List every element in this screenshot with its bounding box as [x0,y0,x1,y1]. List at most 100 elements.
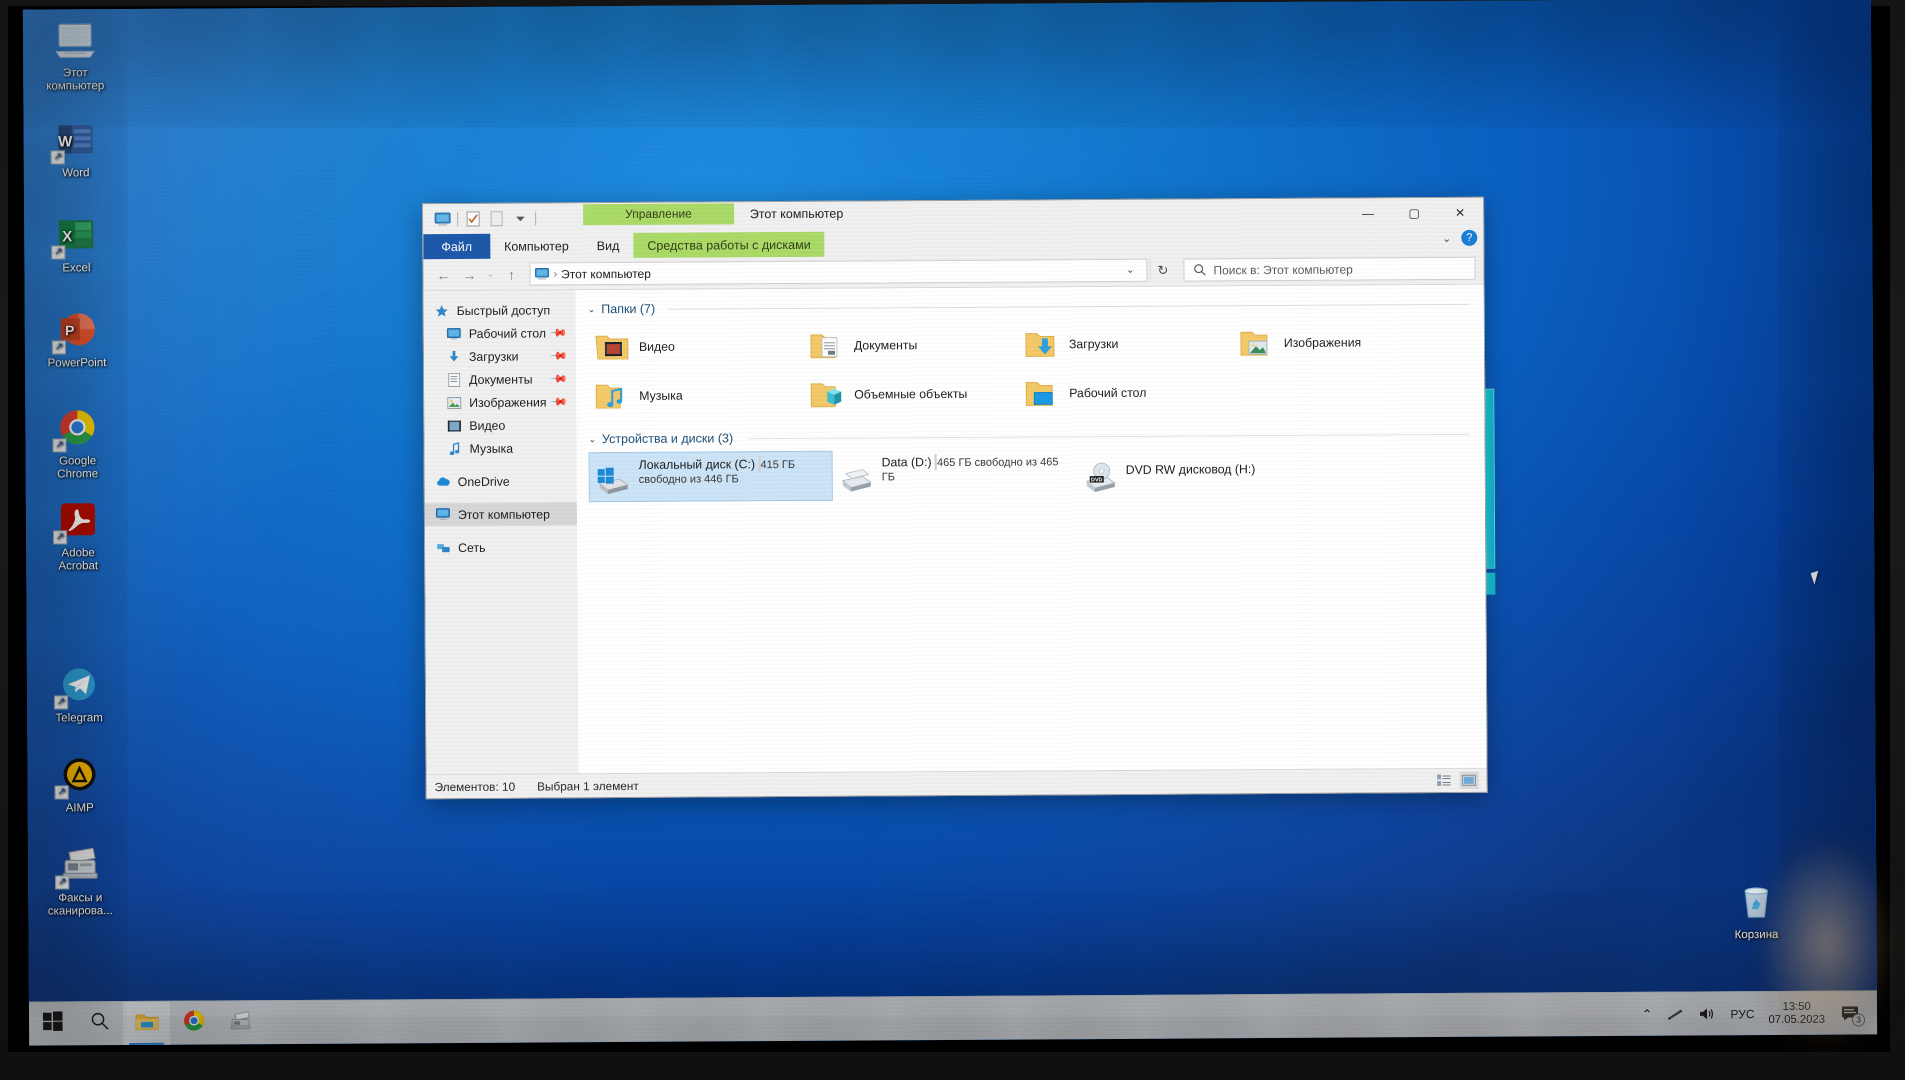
chevron-down-icon[interactable]: ⌄ [588,304,596,315]
content-pane[interactable]: ⌄ Папки (7) Видео Документы Загрузки Изо… [575,284,1487,774]
sidebar-item-music[interactable]: Музыка [424,436,576,460]
sidebar-item-documents[interactable]: Документы 📌 [424,367,576,391]
tab-file[interactable]: Файл [423,233,491,260]
shortcut-overlay-icon: ↗ [54,695,69,710]
tab-view[interactable]: Вид [583,233,634,258]
pin-icon[interactable]: 📌 [550,346,569,365]
desktop-icon-label: AIMP [65,802,94,815]
devices-group-header[interactable]: ⌄ Устройства и диски (3) [588,427,1484,446]
sidebar-item-pictures[interactable]: Изображения 📌 [424,390,576,414]
back-button[interactable]: ← [431,263,455,287]
taskbar-scanner-button[interactable] [217,1001,264,1045]
new-folder-icon[interactable] [463,210,482,228]
folder-item-desktop[interactable]: Рабочий стол [1018,367,1233,417]
desktop-icon-this-pc[interactable]: Этот компьютер [29,17,121,93]
shortcut-overlay-icon: ↗ [55,875,70,890]
taskbar-explorer-button[interactable] [122,1001,171,1046]
chevron-down-icon[interactable]: ⌄ [588,434,596,445]
recent-locations-button[interactable]: ⌄ [483,262,497,286]
photo-light-reflection [1751,828,1901,1058]
sidebar-item-network[interactable]: Сеть [425,535,577,559]
toolbar-separator-2 [535,211,537,226]
start-button[interactable] [29,1002,76,1046]
drive-item-c[interactable]: Локальный диск (C:) 415 ГБ свободно из 4… [588,450,833,503]
forward-button[interactable]: → [457,262,481,286]
close-button[interactable]: ✕ [1437,198,1483,228]
sidebar-item-onedrive[interactable]: OneDrive [425,469,577,493]
desktop-icon-aimp[interactable]: ↗ AIMP [33,752,125,815]
speaker-icon[interactable] [1698,1006,1716,1021]
chrome-icon: ↗ [52,405,100,453]
drive-label: Data (D:) [881,455,932,470]
desktop-icon-acrobat[interactable]: ↗ Adobe Acrobat [32,497,124,573]
search-placeholder: Поиск в: Этот компьютер [1213,262,1353,277]
background-window-edge-lower[interactable] [1485,572,1496,595]
chrome-icon [182,1010,204,1037]
folder-item-pictures[interactable]: Изображения [1233,317,1448,367]
tray-overflow-icon[interactable]: ⌃ [1641,1006,1652,1022]
folder-item-downloads[interactable]: Загрузки [1018,318,1233,368]
sidebar-item-videos[interactable]: Видео [424,413,576,437]
desktop-icon-excel[interactable]: X ↗ Excel [30,212,122,275]
taskbar-search-button[interactable] [76,1002,123,1046]
address-dropdown-icon[interactable]: ⌄ [1118,265,1142,276]
maximize-button[interactable]: ▢ [1391,198,1437,228]
group-divider [669,303,1470,310]
folder-item-objects3d[interactable]: Объемные объекты [803,369,1018,419]
taskbar-chrome-button[interactable] [170,1001,217,1045]
tab-computer[interactable]: Компьютер [490,233,583,259]
address-right: ⌄ [1118,265,1142,276]
folder-item-label: Видео [638,339,675,354]
pin-icon[interactable]: 📌 [550,323,569,342]
sidebar-item-label: Музыка [469,441,514,456]
drive-item-d[interactable]: Data (D:) 465 ГБ свободно из 465 ГБ [833,449,1077,500]
refresh-button[interactable]: ↻ [1149,258,1176,282]
details-view-icon[interactable] [1435,772,1454,789]
up-button[interactable]: ↑ [499,262,523,286]
desktop-icon-chrome[interactable]: ↗ Google Chrome [31,405,123,481]
customize-icon[interactable] [487,210,506,228]
desktop-icon-word[interactable]: W ↗ Word [30,117,122,180]
folder-item-music[interactable]: Музыка [588,370,803,420]
sidebar-item-desktop[interactable]: Рабочий стол 📌 [424,321,576,345]
drive-label: Локальный диск (C:) [638,457,756,472]
desktop-icon-powerpoint[interactable]: P ↗ PowerPoint [31,307,123,370]
pin-icon[interactable]: 📌 [550,392,569,411]
contextual-tool-label: Управление [583,203,734,226]
properties-icon[interactable] [433,210,452,228]
breadcrumb[interactable]: Этот компьютер [561,266,651,281]
this-pc-icon [435,507,451,523]
qat-dropdown-icon[interactable] [511,210,530,228]
fax-scanner-icon [228,1010,252,1035]
folders-tile-grid: Видео Документы Загрузки Изображения Муз… [588,317,1485,420]
ribbon-collapse-icon[interactable]: ⌄ [1442,231,1451,244]
quick-access-toolbar [423,210,537,229]
folder-item-label: Объемные объекты [854,386,968,402]
sidebar-item-quick-access[interactable]: Быстрый доступ [424,298,576,322]
minimize-button[interactable]: — [1345,198,1391,228]
tab-drive-tools[interactable]: Средства работы с дисками [633,231,825,258]
item-count: Элементов: 10 [434,779,516,794]
fax-scanner-icon: ↗ [55,842,103,890]
sidebar-item-this-pc[interactable]: Этот компьютер [424,502,578,527]
drive-item-h[interactable]: DVD DVD RW дисковод (H:) [1077,448,1321,499]
help-icon[interactable]: ? [1461,229,1478,246]
music-icon [446,440,462,456]
sidebar-item-downloads[interactable]: Загрузки 📌 [424,344,576,368]
folder-item-videos[interactable]: Видео [588,321,803,371]
search-input[interactable]: Поиск в: Этот компьютер [1183,256,1476,282]
picture-icon [446,394,462,410]
pin-icon[interactable]: 📌 [550,369,569,388]
large-icons-view-icon[interactable] [1459,771,1479,789]
breadcrumb-separator: › [553,267,558,280]
file-explorer-window: Управление Этот компьютер — ▢ ✕ Файл Ком… [422,196,1488,800]
windows-logo-icon [42,1011,63,1036]
desktop-icon-telegram[interactable]: ↗ Telegram [33,662,125,725]
folders-group-header[interactable]: ⌄ Папки (7) [588,297,1484,316]
address-bar[interactable]: › Этот компьютер ⌄ [529,258,1148,286]
wifi-icon[interactable] [1666,1007,1684,1022]
desktop-icon-fax-scan[interactable]: ↗ Факсы и сканирова... [34,842,126,918]
sidebar-item-label: Этот компьютер [457,506,550,522]
svg-text:W: W [58,133,73,150]
folder-item-documents[interactable]: Документы [803,320,1018,370]
